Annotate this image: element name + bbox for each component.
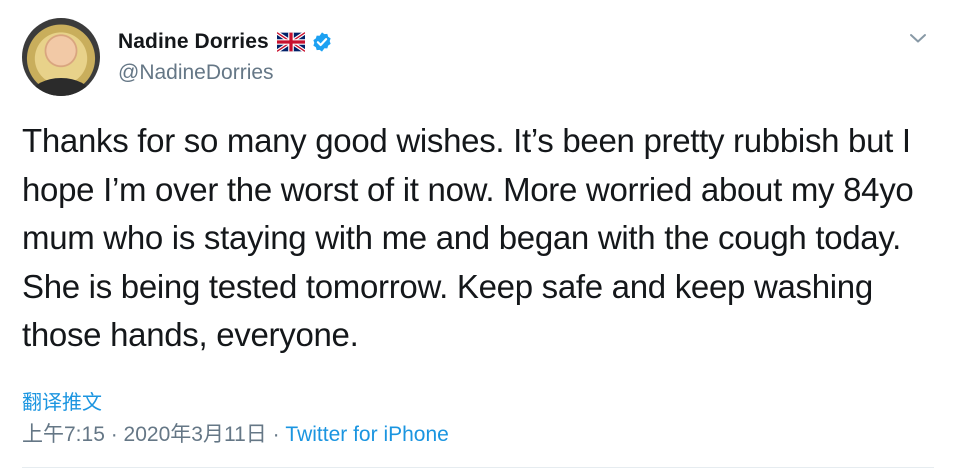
author-name-row: Nadine Dorries — [118, 30, 333, 54]
chevron-down-icon[interactable] — [907, 30, 929, 46]
translate-tweet-link[interactable]: 翻译推文 — [22, 386, 102, 415]
tweet-source-link[interactable]: Twitter for iPhone — [285, 423, 448, 446]
tweet-meta: 上午7:15 · 2020年3月11日 · Twitter for iPhone — [22, 418, 449, 448]
author-handle[interactable]: @NadineDorries — [118, 61, 274, 85]
divider — [22, 467, 934, 468]
meta-separator: · — [104, 423, 124, 446]
uk-flag-icon — [276, 32, 305, 52]
tweet-time[interactable]: 上午7:15 — [22, 423, 105, 446]
verified-badge-icon — [313, 32, 331, 52]
tweet-text: Thanks for so many good wishes. It’s bee… — [22, 122, 914, 353]
avatar-shoulders — [32, 78, 90, 96]
author-name[interactable]: Nadine Dorries — [118, 30, 269, 54]
avatar[interactable] — [22, 18, 100, 96]
meta-separator: · — [266, 423, 286, 446]
tweet-date[interactable]: 2020年3月11日 — [124, 423, 267, 446]
